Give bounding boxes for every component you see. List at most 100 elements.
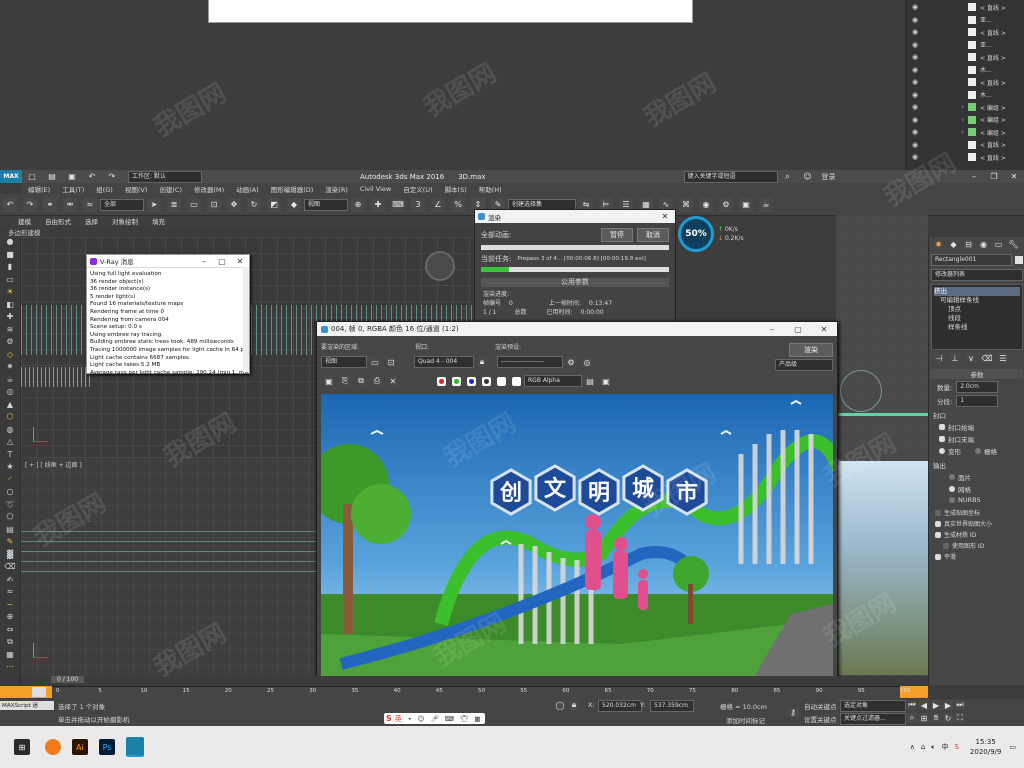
workspace-dropdown[interactable]: 工作区: 默认 — [128, 170, 202, 183]
output-option[interactable]: 网格 — [949, 484, 1005, 494]
scene-list-item[interactable]: ◉ 亚... — [906, 14, 1024, 27]
clear-icon[interactable]: ✕ — [388, 376, 398, 386]
schematic-icon[interactable]: ⌘ — [679, 197, 693, 212]
circle-icon[interactable]: ○ — [0, 487, 20, 500]
key-filter-button[interactable]: 关键点过滤器... — [840, 713, 906, 725]
modifier-stack-item[interactable]: 线段 — [934, 314, 1020, 323]
scene-list-item[interactable]: ◉ < 直线 > — [906, 76, 1024, 89]
track-bar-toggle[interactable] — [32, 687, 46, 697]
mono-icon[interactable] — [497, 376, 506, 386]
view-cube[interactable] — [425, 251, 455, 281]
play-icon[interactable]: ▶ — [931, 700, 941, 710]
pyramid-icon[interactable]: △ — [0, 437, 20, 450]
vray-scrollbar[interactable] — [243, 267, 249, 372]
scene-list-item[interactable]: ◉ › < 编组 > — [906, 101, 1024, 114]
relax-icon[interactable]: ~ — [0, 600, 20, 613]
visibility-eye-icon[interactable]: ◉ — [912, 53, 924, 61]
cap-start-checkbox[interactable] — [939, 424, 945, 430]
modify-tab-icon[interactable]: ◆ — [949, 239, 958, 249]
ribbon-tab[interactable]: 建模 — [18, 216, 31, 226]
utilities-tab-icon[interactable]: 🔧︎ — [1008, 239, 1019, 249]
menu-item[interactable]: 图形编辑器(D) — [271, 184, 314, 194]
notification-icon[interactable]: ▭ — [1009, 743, 1016, 751]
amount-input[interactable]: 2.0cm — [956, 381, 999, 393]
angle-snap-icon[interactable]: ∠ — [431, 197, 445, 212]
maximize-viewport-icon[interactable]: ⛶ — [955, 713, 965, 723]
menu-item[interactable]: 帮助(H) — [479, 184, 502, 194]
maxscript-listener[interactable]: MAXScript 迷 — [0, 701, 54, 710]
scale-icon[interactable]: ◩ — [267, 197, 281, 212]
modifier-stack-item[interactable]: 挤出 — [934, 287, 1020, 296]
percent-snap-icon[interactable]: % — [451, 197, 465, 212]
prev-frame-icon[interactable]: ◀ — [919, 700, 929, 710]
modifier-stack-item[interactable]: 顶点 — [934, 305, 1020, 314]
array-icon[interactable]: ▦ — [0, 650, 20, 663]
tray-up-icon[interactable]: ∧ — [910, 743, 915, 751]
display-icon[interactable]: ▣ — [601, 376, 611, 386]
checkbox[interactable] — [935, 531, 941, 538]
preset-dropdown[interactable]: -------------------- — [497, 356, 563, 368]
user-icon[interactable]: ☺ — [801, 170, 815, 184]
cancel-button[interactable]: 取消 — [637, 228, 669, 242]
tray-network-icon[interactable]: ⌂ — [921, 743, 925, 751]
eraser-icon[interactable]: ⌫ — [0, 562, 20, 575]
clone-frame-icon[interactable]: ⧉ — [356, 376, 366, 386]
section-icon[interactable]: ▤ — [0, 525, 20, 538]
output-radio[interactable] — [949, 497, 955, 503]
visibility-eye-icon[interactable]: ◉ — [912, 128, 924, 136]
option-checkbox-row[interactable]: 真实世界贴图大小 — [935, 519, 1019, 528]
expand-arrow-icon[interactable]: › — [924, 128, 964, 136]
checkbox[interactable] — [935, 520, 941, 527]
output-radio[interactable] — [949, 474, 955, 480]
ribbon-tab[interactable]: 选择 — [85, 216, 98, 226]
cone-icon[interactable]: ▲ — [0, 400, 20, 413]
visibility-eye-icon[interactable]: ◉ — [912, 141, 924, 149]
menu-item[interactable]: 修改器(M) — [194, 184, 224, 194]
ime-logo-icon[interactable]: S — [386, 714, 392, 723]
taskbar-firefox-icon[interactable] — [45, 739, 61, 755]
vray-maximize-icon[interactable]: ▢ — [216, 254, 228, 268]
toggle-ui-icon[interactable]: ▤ — [585, 376, 595, 386]
goto-start-icon[interactable]: ⏮ — [907, 700, 917, 710]
pin-stack-icon[interactable]: ⊣ — [934, 353, 944, 363]
ime-tools-icon[interactable]: ▦ — [474, 715, 480, 723]
visibility-eye-icon[interactable]: ◉ — [912, 66, 924, 74]
auto-key-label[interactable]: 自动关键点 — [804, 701, 837, 711]
redo-toolbar-icon[interactable]: ↷ — [23, 197, 37, 212]
segments-input[interactable]: 1 — [956, 395, 999, 407]
menu-item[interactable]: 视图(V) — [125, 184, 148, 194]
spacewarp-icon[interactable]: ≋ — [0, 325, 20, 338]
show-end-icon[interactable]: ⊥ — [950, 353, 960, 363]
zoom-all-icon[interactable]: ⊞ — [919, 713, 929, 723]
swatch-icon[interactable] — [512, 376, 521, 386]
ime-emoji-icon[interactable]: ☺ — [418, 715, 425, 723]
menu-item[interactable]: 动画(A) — [236, 184, 259, 194]
add-time-tag[interactable]: 添加时间标记 — [726, 715, 765, 725]
selection-filter-dropdown[interactable]: 全部 — [100, 198, 144, 211]
frame-minimize-icon[interactable]: – — [762, 322, 782, 336]
bind-icon[interactable]: ≈ — [83, 197, 97, 212]
green-channel-icon[interactable] — [452, 376, 461, 386]
search-input[interactable]: 键入关键字或短语 — [683, 170, 778, 183]
rotate-icon[interactable]: ↻ — [247, 197, 261, 212]
checkbox[interactable] — [943, 542, 949, 549]
modifier-stack-item[interactable]: 可编辑样条线 — [934, 296, 1020, 305]
render-progress-close-icon[interactable]: ✕ — [658, 210, 672, 224]
clock-time[interactable]: 15:35 — [976, 737, 996, 747]
expand-arrow-icon[interactable]: › — [924, 116, 964, 124]
render-setup-small-icon[interactable]: ⚙ — [566, 357, 576, 367]
next-frame-icon[interactable]: ▶ — [943, 700, 953, 710]
ribbon-tab[interactable]: 自由形式 — [45, 216, 71, 226]
light-icon[interactable]: ☀ — [0, 287, 20, 300]
isolate-icon[interactable]: ◯ — [555, 700, 565, 710]
option-checkbox-row[interactable]: 使用图形 ID — [943, 541, 1011, 550]
modifier-stack-item[interactable]: 样条线 — [934, 323, 1020, 332]
output-option[interactable]: 面片 — [949, 472, 1005, 482]
pan-icon[interactable]: ✋︎ — [931, 713, 941, 723]
vray-close-icon[interactable]: ✕ — [234, 254, 246, 268]
print-icon[interactable]: ⎙ — [372, 376, 382, 386]
place-icon[interactable]: ◆ — [287, 197, 301, 212]
ngon-icon[interactable]: ⬠ — [0, 512, 20, 525]
orbit-icon[interactable]: ↻ — [943, 713, 953, 723]
undo-toolbar-icon[interactable]: ↶ — [3, 197, 17, 212]
